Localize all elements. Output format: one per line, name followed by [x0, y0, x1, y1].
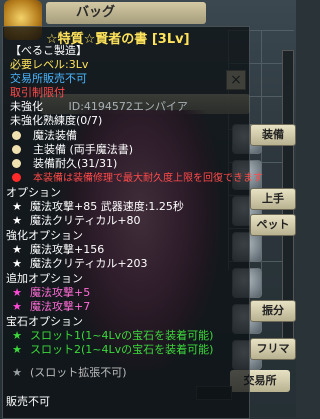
- star-icon: ★: [12, 286, 22, 299]
- star-icon: ★: [12, 214, 22, 227]
- equip-info-row: 本装備は装備修理で最大耐久度上限を回復できます: [10, 171, 263, 184]
- proficiency: 未強化熟練度(0/7): [10, 114, 103, 127]
- add-option-row: ★ 魔法攻撃+7: [10, 300, 90, 313]
- star-icon: ★: [12, 343, 22, 356]
- star-icon: ★: [12, 300, 22, 313]
- bag-window-title: バッグ: [46, 2, 206, 24]
- gem-option-row: ★ スロット1(1~4Lvの宝石を装着可能): [10, 329, 213, 342]
- distribute-button[interactable]: 振分: [250, 300, 296, 322]
- enh-option-row: ★ 魔法クリティカル+203: [10, 257, 148, 270]
- trade-restriction: 交易所販売不可: [10, 72, 87, 85]
- pet-button[interactable]: ペット: [250, 214, 296, 236]
- enh-option-row: ★ 魔法攻撃+156: [10, 243, 104, 256]
- dot-icon: [12, 159, 21, 168]
- star-icon: ★: [12, 200, 22, 213]
- flea-market-button[interactable]: フリマ: [250, 338, 296, 360]
- star-icon: ★: [12, 243, 22, 256]
- dot-icon: [12, 131, 21, 140]
- equip-info-row: 主装備 (両手魔法書): [10, 143, 133, 156]
- required-level: 必要レベル:3Lv: [10, 58, 89, 71]
- hand-button[interactable]: 上手: [250, 188, 296, 210]
- option-row: ★ 魔法攻撃+85 武器速度:1.25秒: [10, 200, 184, 213]
- dot-icon: [12, 173, 21, 182]
- star-icon: ★: [12, 257, 22, 270]
- enhance-status: 未強化 ID:4194572エンパイア: [10, 100, 188, 113]
- gem-option-header: 宝石オプション: [6, 315, 83, 328]
- sale-status: 販売不可: [6, 395, 50, 408]
- slot-expand-row: ★ (スロット拡張不可): [10, 366, 127, 379]
- star-icon: ★: [12, 329, 22, 342]
- equip-info-row: 魔法装備: [10, 129, 77, 142]
- enhance-label: 未強化: [10, 100, 43, 113]
- equip-info-row: 装備耐久(31/31): [10, 157, 117, 170]
- add-option-row: ★ 魔法攻撃+5: [10, 286, 90, 299]
- add-option-header: 追加オプション: [6, 272, 83, 285]
- bind-restriction: 取引制限付: [10, 86, 65, 99]
- option-header: オプション: [6, 186, 61, 199]
- equip-button[interactable]: 装備: [250, 124, 296, 146]
- option-row: ★ 魔法クリティカル+80: [10, 214, 141, 227]
- maker-label: 【べるこ製造】: [10, 44, 87, 57]
- star-icon: ★: [12, 366, 22, 379]
- dot-icon: [12, 145, 21, 154]
- gem-option-row: ★ スロット2(1~4Lvの宝石を装着可能): [10, 343, 213, 356]
- enh-option-header: 強化オプション: [6, 229, 83, 242]
- item-id: ID:4194572エンパイア: [68, 100, 188, 113]
